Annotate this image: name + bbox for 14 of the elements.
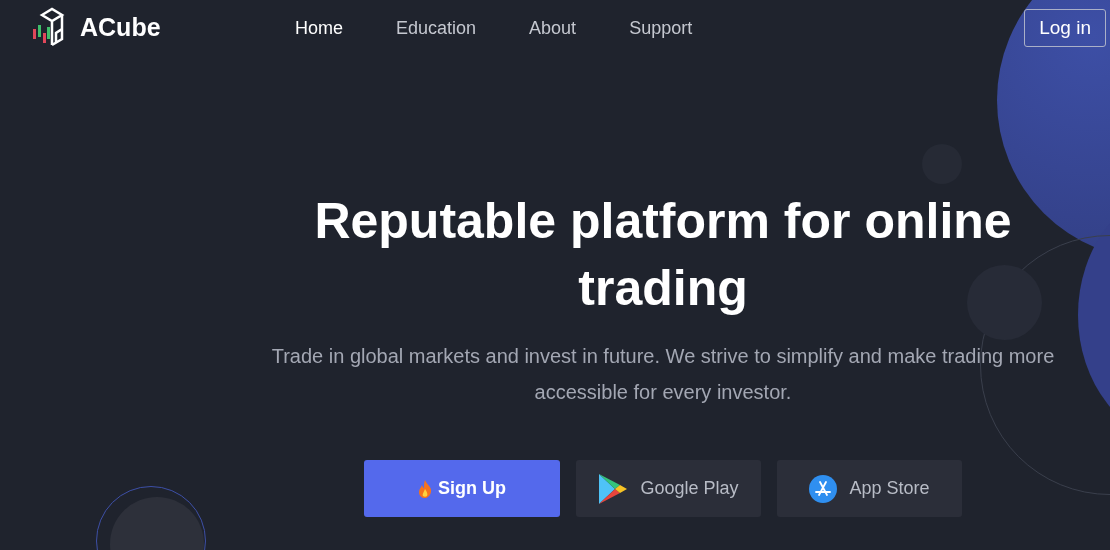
nav-link[interactable]: Education — [396, 14, 477, 42]
hero-subtitle: Trade in global markets and invest in future. We strive to simplify and make trading more accessible for every investor. — [270, 344, 1056, 405]
play-triangle-icon — [598, 472, 629, 505]
login-button[interactable]: Log in — [1024, 8, 1106, 48]
store-button[interactable]: Google Play — [576, 460, 761, 517]
store-button[interactable]: App Store — [777, 460, 962, 517]
sign-up-button[interactable]: Sign Up — [364, 460, 560, 517]
nav-link[interactable]: Home — [295, 14, 343, 42]
hero-title: Reputable platform for online trading — [313, 192, 1013, 318]
flame-icon — [418, 479, 432, 498]
nav-link[interactable]: About — [529, 14, 577, 42]
nav-link[interactable]: Support — [629, 14, 693, 42]
brand-name: ACube — [80, 12, 161, 44]
app-store-icon — [809, 474, 838, 503]
